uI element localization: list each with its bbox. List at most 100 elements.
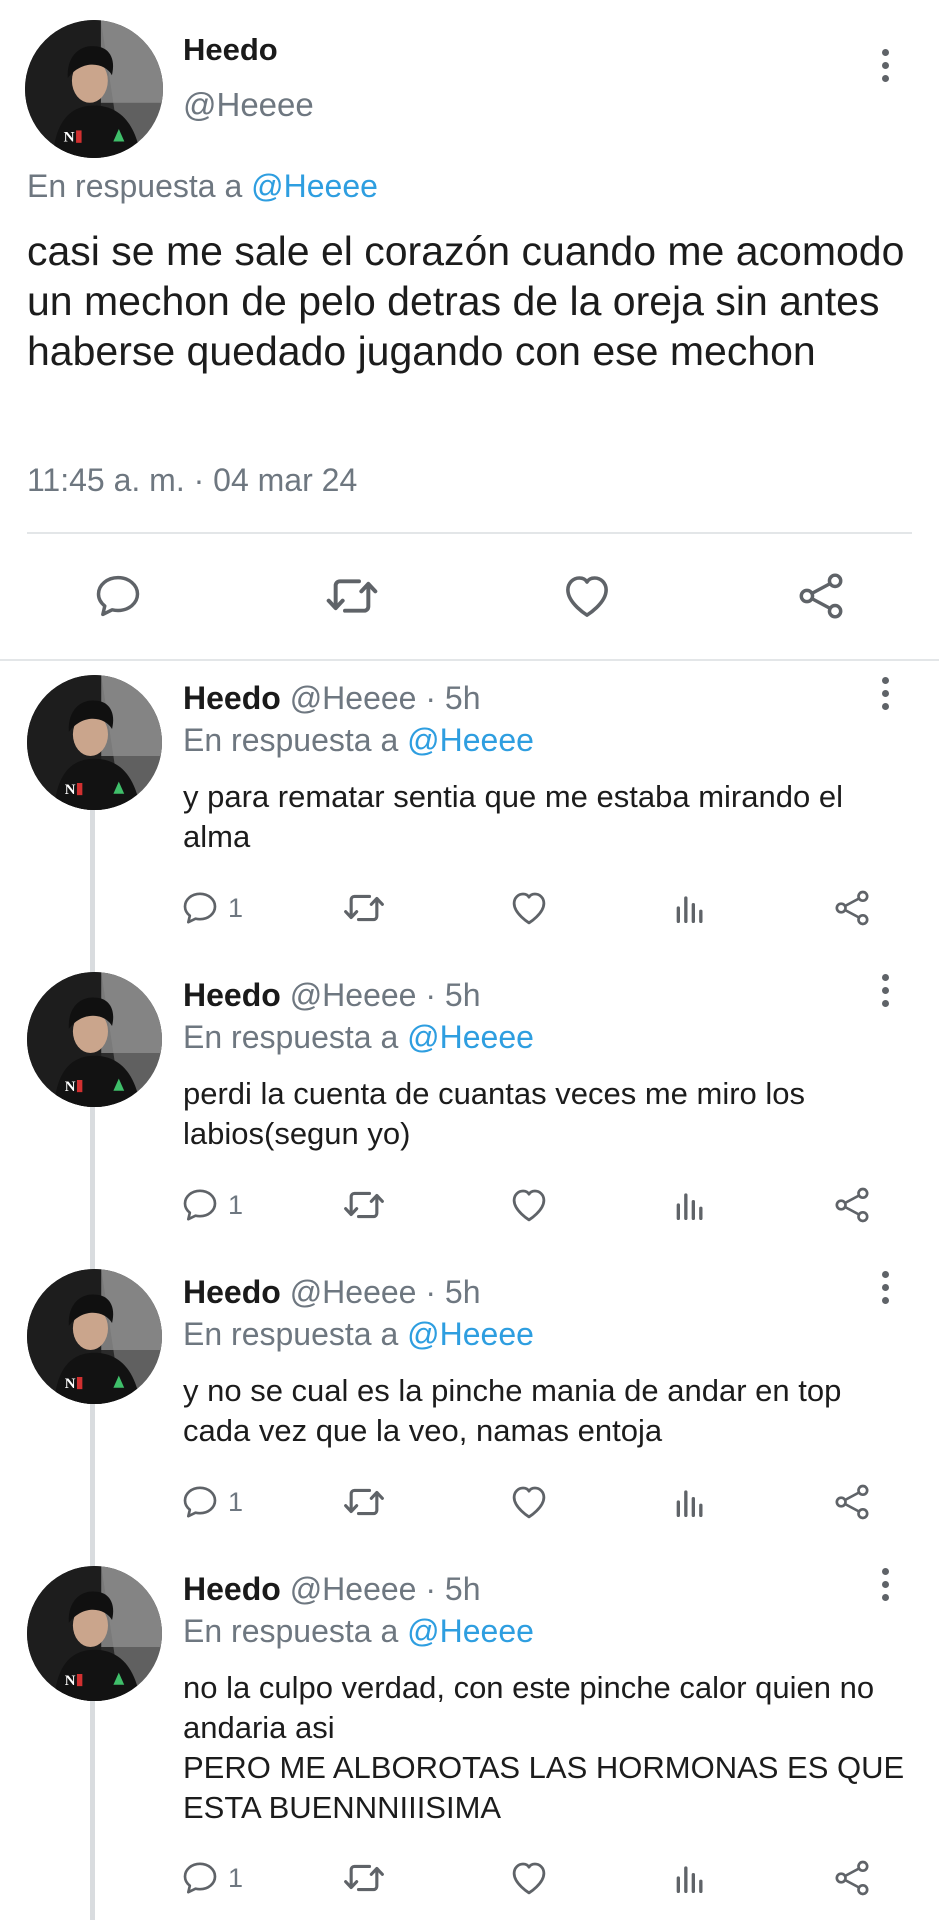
relative-time: · 5h <box>425 680 481 716</box>
author-handle[interactable]: @Heeee <box>290 1571 417 1607</box>
tweet-text: casi se me sale el corazón cuando me aco… <box>27 228 905 374</box>
stats-button[interactable] <box>670 1854 710 1902</box>
reply-header: Heedo @Heeee · 5h <box>183 977 481 1014</box>
like-button[interactable] <box>557 566 617 626</box>
tweet-timestamp[interactable]: 11:45 a. m. · 04 mar 24 <box>27 462 357 499</box>
share-button[interactable] <box>832 1181 872 1229</box>
reply-prefix: En respuesta a <box>27 168 243 204</box>
comment-count: 1 <box>228 1189 244 1220</box>
like-button[interactable] <box>508 1478 550 1526</box>
reply-header: Heedo @Heeee · 5h <box>183 1571 481 1608</box>
more-options-icon[interactable] <box>870 965 900 1015</box>
heart-icon <box>508 1857 550 1899</box>
more-options-icon[interactable] <box>870 1559 900 1609</box>
retweet-icon <box>342 1480 386 1524</box>
share-button[interactable] <box>791 566 851 626</box>
heart-icon <box>508 1481 550 1523</box>
author-handle[interactable]: @Heeee <box>183 86 314 124</box>
comment-button[interactable]: 1 <box>180 884 243 932</box>
author-handle[interactable]: @Heeee <box>290 1274 417 1310</box>
reply-actions: 1 <box>180 1478 900 1526</box>
more-options-icon[interactable] <box>870 40 900 90</box>
relative-time: · 5h <box>425 1571 481 1607</box>
reply-context: En respuesta a @Heeee <box>183 1613 534 1650</box>
retweet-icon <box>324 568 380 624</box>
reply-text: no la culpo verdad, con este pinche calo… <box>183 1670 905 1825</box>
stats-button[interactable] <box>670 1181 710 1229</box>
reply-to-link[interactable]: @Heeee <box>407 1019 534 1055</box>
comment-button[interactable]: 1 <box>180 1478 243 1526</box>
author-name[interactable]: Heedo <box>183 1571 281 1607</box>
retweet-button[interactable] <box>322 566 382 626</box>
author-name[interactable]: Heedo <box>183 1274 281 1310</box>
reply-tweet[interactable]: Heedo @Heeee · 5h En respuesta a @Heeee … <box>0 957 939 1254</box>
reply-actions: 1 <box>180 884 900 932</box>
author-name[interactable]: Heedo <box>183 977 281 1013</box>
avatar[interactable] <box>27 675 162 810</box>
author-name[interactable]: Heedo <box>183 680 281 716</box>
share-button[interactable] <box>832 884 872 932</box>
comment-button[interactable] <box>88 566 148 626</box>
comment-icon <box>92 570 144 622</box>
reply-to-link[interactable]: @Heeee <box>407 1316 534 1352</box>
relative-time: · 5h <box>425 977 481 1013</box>
reply-prefix: En respuesta a <box>183 1019 399 1055</box>
retweet-button[interactable] <box>342 884 386 932</box>
comment-button[interactable]: 1 <box>180 1181 243 1229</box>
reply-prefix: En respuesta a <box>183 722 399 758</box>
stats-button[interactable] <box>670 1478 710 1526</box>
author-handle[interactable]: @Heeee <box>290 680 417 716</box>
comment-count: 1 <box>228 1486 244 1517</box>
reply-context: En respuesta a @Heeee <box>183 1019 534 1056</box>
reply-tweet[interactable]: Heedo @Heeee · 5h En respuesta a @Heeee … <box>0 1551 939 1920</box>
reply-to-link[interactable]: @Heeee <box>251 168 378 204</box>
share-button[interactable] <box>832 1854 872 1902</box>
reply-tweet[interactable]: Heedo @Heeee · 5h En respuesta a @Heeee … <box>0 1254 939 1551</box>
retweet-button[interactable] <box>342 1181 386 1229</box>
share-icon <box>832 1858 872 1898</box>
author-handle[interactable]: @Heeee <box>290 977 417 1013</box>
reply-header: Heedo @Heeee · 5h <box>183 680 481 717</box>
more-options-icon[interactable] <box>870 1262 900 1312</box>
divider <box>27 532 912 534</box>
share-icon <box>832 1185 872 1225</box>
relative-time: · 5h <box>425 1274 481 1310</box>
retweet-icon <box>342 886 386 930</box>
share-button[interactable] <box>832 1478 872 1526</box>
reply-text: y para rematar sentia que me estaba mira… <box>183 779 843 854</box>
avatar[interactable] <box>27 1269 162 1404</box>
heart-icon <box>508 887 550 929</box>
more-options-icon[interactable] <box>870 668 900 718</box>
reply-to-link[interactable]: @Heeee <box>407 722 534 758</box>
reply-prefix: En respuesta a <box>183 1316 399 1352</box>
stats-icon <box>670 1482 710 1522</box>
reply-to-link[interactable]: @Heeee <box>407 1613 534 1649</box>
retweet-icon <box>342 1183 386 1227</box>
reply-text: perdi la cuenta de cuantas veces me miro… <box>183 1076 806 1151</box>
comment-button[interactable]: 1 <box>180 1854 243 1902</box>
like-button[interactable] <box>508 1854 550 1902</box>
reply-context: En respuesta a @Heeee <box>183 1316 534 1353</box>
heart-icon <box>508 1184 550 1226</box>
reply-tweet[interactable]: Heedo @Heeee · 5h En respuesta a @Heeee … <box>0 660 939 957</box>
share-icon <box>832 888 872 928</box>
avatar[interactable] <box>27 1566 162 1701</box>
avatar[interactable] <box>25 20 163 158</box>
comment-icon <box>180 1482 220 1522</box>
stats-icon <box>670 1858 710 1898</box>
avatar[interactable] <box>27 972 162 1107</box>
stats-icon <box>670 888 710 928</box>
comment-icon <box>180 888 220 928</box>
like-button[interactable] <box>508 884 550 932</box>
reply-header: Heedo @Heeee · 5h <box>183 1274 481 1311</box>
author-name[interactable]: Heedo <box>183 32 278 68</box>
comment-count: 1 <box>228 1862 244 1893</box>
stats-button[interactable] <box>670 884 710 932</box>
share-icon <box>795 570 847 622</box>
retweet-button[interactable] <box>342 1854 386 1902</box>
reply-actions: 1 <box>180 1854 900 1902</box>
like-button[interactable] <box>508 1181 550 1229</box>
reply-actions: 1 <box>180 1181 900 1229</box>
comment-icon <box>180 1185 220 1225</box>
retweet-button[interactable] <box>342 1478 386 1526</box>
